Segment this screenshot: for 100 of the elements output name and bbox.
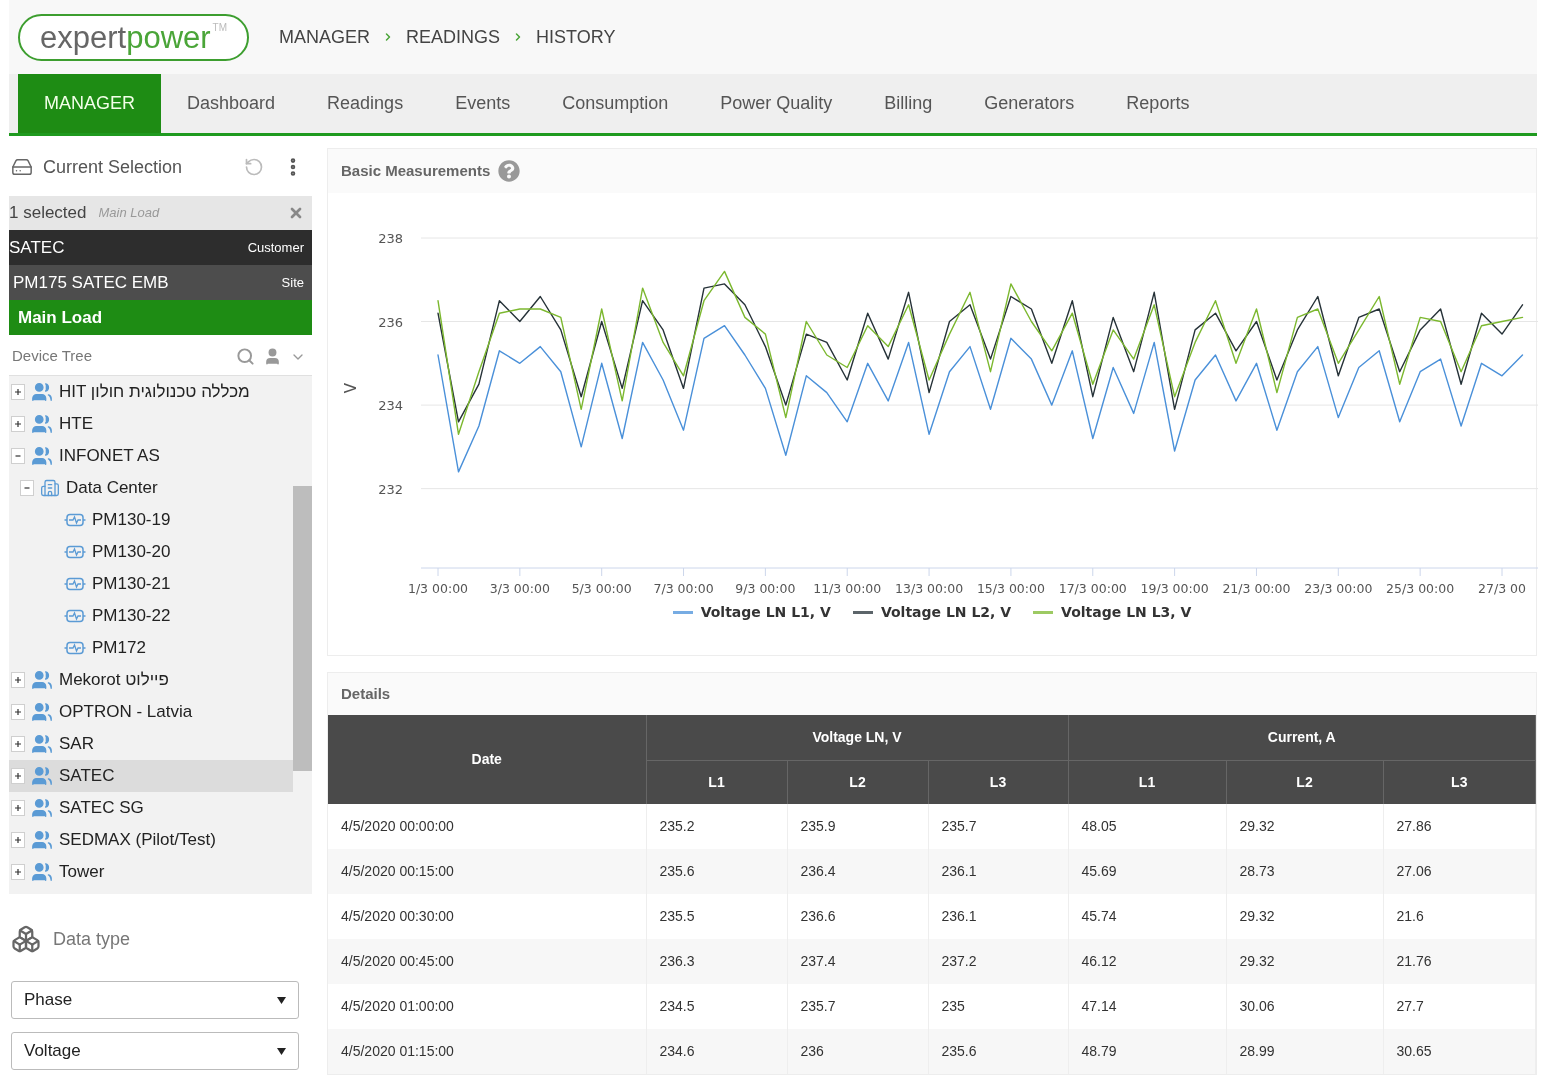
expand-icon[interactable] xyxy=(11,416,25,432)
column-header: L2 xyxy=(787,760,928,804)
tree-item[interactable]: PM130-20 xyxy=(9,536,293,568)
selected-name: Main Load xyxy=(98,204,161,223)
nav-tab[interactable]: Reports xyxy=(1100,74,1216,133)
collapse-icon[interactable] xyxy=(20,480,34,496)
panel-title: Current Selection xyxy=(43,155,184,179)
caret-icon xyxy=(277,996,286,1004)
selected-count: 1 selected xyxy=(9,202,87,225)
x-tick-label: 23/3 00:00 xyxy=(1304,581,1373,596)
nav-tab[interactable]: Power Quality xyxy=(694,74,859,133)
cubes-icon xyxy=(11,924,41,954)
tree-item[interactable]: Data Center xyxy=(9,472,293,504)
expand-icon[interactable] xyxy=(11,672,25,688)
selection-path-row[interactable]: SATEC Customer xyxy=(9,230,312,265)
undo-icon[interactable] xyxy=(244,157,264,177)
nav-tab[interactable]: Events xyxy=(429,74,537,133)
column-group-header: Current, A xyxy=(1068,715,1536,760)
column-header: L3 xyxy=(928,760,1068,804)
tree-item[interactable]: SEDMAX (Pilot/Test) xyxy=(9,824,293,856)
people-icon xyxy=(31,829,53,851)
x-tick-label: 25/3 00:00 xyxy=(1386,581,1455,596)
path-type: Customer xyxy=(247,238,304,257)
expand-icon[interactable] xyxy=(11,864,25,880)
meter-icon xyxy=(64,609,86,623)
expand-icon[interactable] xyxy=(11,832,25,848)
tree-item[interactable]: OPTRON - Latvia xyxy=(9,696,293,728)
help-icon[interactable] xyxy=(498,160,521,182)
column-header: Date xyxy=(328,715,646,804)
nav-tab[interactable]: MANAGER xyxy=(18,74,161,133)
tree-item[interactable]: PM172 xyxy=(9,632,293,664)
tree-item[interactable]: PM130-21 xyxy=(9,568,293,600)
meter-icon xyxy=(64,545,86,559)
dropdown[interactable]: Voltage xyxy=(11,1032,299,1070)
breadcrumb-link[interactable]: READINGS xyxy=(406,23,501,51)
x-tick-label: 17/3 00:00 xyxy=(1058,581,1127,596)
expand-icon[interactable] xyxy=(11,704,25,720)
path-name: SATEC xyxy=(9,236,66,259)
building-icon xyxy=(40,478,60,498)
tree-item[interactable]: INFONET AS xyxy=(9,440,293,472)
y-tick-label: 236 xyxy=(378,314,403,330)
expand-icon[interactable] xyxy=(11,736,25,752)
expand-icon[interactable] xyxy=(11,800,25,816)
breadcrumb-link[interactable]: MANAGER xyxy=(279,23,371,51)
card-title: Details xyxy=(341,683,391,704)
legend-label[interactable]: Voltage LN L1, V xyxy=(700,602,831,623)
card-title: Basic Measurements xyxy=(341,160,491,181)
panel-title: Device Tree xyxy=(12,346,94,367)
legend-line-icon xyxy=(1033,611,1054,614)
x-tick-label: 21/3 00:00 xyxy=(1222,581,1291,596)
tree-item[interactable]: PM130-22 xyxy=(9,600,293,632)
selection-path-row[interactable]: Main Load xyxy=(9,300,312,335)
tree-item[interactable]: SATEC SG xyxy=(9,792,293,824)
x-tick-label: 1/3 00:00 xyxy=(407,581,469,596)
collapse-icon[interactable] xyxy=(11,448,25,464)
tree-item[interactable]: HTE xyxy=(9,408,293,440)
x-tick-label: 7/3 00:00 xyxy=(653,581,714,596)
user-icon[interactable] xyxy=(263,347,282,366)
table-cell: 4/5/2020 01:15:00 xyxy=(328,1029,646,1074)
tree-item[interactable]: SATEC xyxy=(9,760,293,792)
people-icon xyxy=(31,381,53,403)
legend-line-icon xyxy=(852,611,873,614)
legend-label[interactable]: Voltage LN L3, V xyxy=(1061,602,1192,623)
people-icon xyxy=(31,797,53,819)
scrollbar-thumb[interactable] xyxy=(293,486,312,771)
table-cell: 30.65 xyxy=(1383,1029,1536,1074)
y-tick-label: 238 xyxy=(378,231,403,246)
tree-item[interactable]: Mekorot פיילוט xyxy=(9,664,293,696)
nav-tab[interactable]: Billing xyxy=(858,74,959,133)
table-cell: 235.6 xyxy=(928,1029,1068,1074)
tree-item[interactable]: SAR xyxy=(9,728,293,760)
expand-icon[interactable] xyxy=(11,384,25,400)
nav-tab[interactable]: Readings xyxy=(301,74,430,133)
legend-label[interactable]: Voltage LN L2, V xyxy=(880,602,1012,623)
nav-tab[interactable]: Dashboard xyxy=(161,74,302,133)
nav-tab[interactable]: Consumption xyxy=(536,74,695,133)
table-cell: 234.6 xyxy=(646,1029,787,1074)
tree-item[interactable]: PM130-19 xyxy=(9,504,293,536)
people-icon xyxy=(31,861,53,883)
nav-tab[interactable]: Generators xyxy=(958,74,1101,133)
y-tick-label: 234 xyxy=(378,398,403,414)
close-icon[interactable] xyxy=(288,205,304,221)
breadcrumb-link[interactable]: HISTORY xyxy=(536,23,616,51)
x-tick-label: 13/3 00:00 xyxy=(895,581,964,596)
search-icon[interactable] xyxy=(236,347,255,366)
dropdown[interactable]: Phase xyxy=(11,981,299,1019)
tree-item[interactable]: Tower xyxy=(9,856,293,888)
meter-icon xyxy=(64,641,86,655)
expand-icon[interactable] xyxy=(11,768,25,784)
x-tick-label: 11/3 00:00 xyxy=(813,581,882,596)
people-icon xyxy=(31,765,53,787)
legend-line-icon xyxy=(672,611,693,614)
column-header: L1 xyxy=(1068,760,1226,804)
column-header: L1 xyxy=(646,760,787,804)
x-tick-label: 27/3 00 xyxy=(1478,581,1526,596)
path-type: Site xyxy=(281,273,304,292)
tree-item[interactable]: HIT מכללה טכנולוגית חולון xyxy=(9,376,293,408)
selection-path-row[interactable]: PM175 SATEC EMB Site xyxy=(9,265,312,300)
column-group-header: Voltage LN, V xyxy=(646,715,1068,760)
x-tick-label: 3/3 00:00 xyxy=(489,581,550,596)
